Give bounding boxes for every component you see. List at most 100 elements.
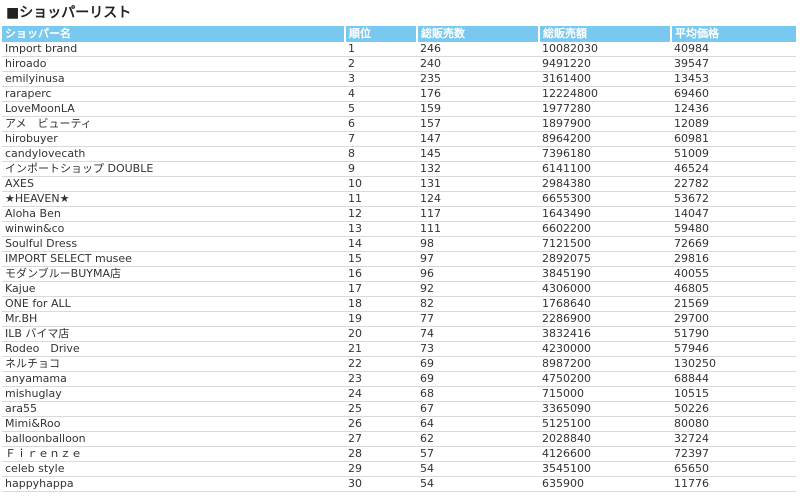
total-sales-cell: 10082030: [539, 42, 671, 57]
total-sales-cell: 4126600: [539, 446, 671, 462]
average-price-cell: 80080: [671, 416, 796, 432]
total-units-cell: 96: [417, 266, 539, 282]
table-row: mishuglay 24 68 715000 10515: [2, 386, 796, 402]
shopper-name-cell[interactable]: IMPORT SELECT musee: [2, 251, 345, 267]
shopper-name-cell[interactable]: LoveMoonLA: [2, 101, 345, 117]
shopper-name-cell[interactable]: Rodeo Drive: [2, 341, 345, 357]
shopper-name-cell[interactable]: ネルチョコ: [2, 356, 345, 372]
total-sales-cell: 6141100: [539, 161, 671, 177]
shopper-name-cell[interactable]: Ｆｉｒｅｎｚｅ: [2, 446, 345, 462]
shopper-name-cell[interactable]: Import brand: [2, 42, 345, 57]
shopper-name-cell[interactable]: anyamama: [2, 371, 345, 387]
rank-cell: 22: [345, 356, 417, 372]
shopper-name-cell[interactable]: Aloha Ben: [2, 206, 345, 222]
shopper-name-cell[interactable]: Soulful Dress: [2, 236, 345, 252]
shopper-name-cell[interactable]: raraperc: [2, 86, 345, 102]
rank-cell: 25: [345, 401, 417, 417]
rank-cell: 13: [345, 221, 417, 237]
total-sales-cell: 2028840: [539, 431, 671, 447]
table-row: happyhappa 30 54 635900 11776: [2, 476, 796, 492]
column-header-total-sales[interactable]: 総販売額: [539, 26, 672, 42]
shopper-name-cell[interactable]: Mr.BH: [2, 311, 345, 327]
rank-cell: 29: [345, 461, 417, 477]
shopper-name-cell[interactable]: ★HEAVEN★: [2, 191, 345, 207]
table-row: Aloha Ben 12 117 1643490 14047: [2, 206, 796, 222]
table-row: ara55 25 67 3365090 50226: [2, 401, 796, 417]
shopper-name-cell[interactable]: ONE for ALL: [2, 296, 345, 312]
shopper-name-cell[interactable]: AXES: [2, 176, 345, 192]
shopper-name-cell[interactable]: モダンブルーBUYMA店: [2, 266, 345, 282]
total-units-cell: 159: [417, 101, 539, 117]
table-row: インポートショップ DOUBLE 9 132 6141100 46524: [2, 161, 796, 177]
average-price-cell: 65650: [671, 461, 796, 477]
shopper-name-cell[interactable]: happyhappa: [2, 476, 345, 492]
rank-cell: 15: [345, 251, 417, 267]
table-row: ONE for ALL 18 82 1768640 21569: [2, 296, 796, 312]
shopper-name-cell[interactable]: ILB バイマ店: [2, 326, 345, 342]
rank-cell: 8: [345, 146, 417, 162]
rank-cell: 11: [345, 191, 417, 207]
total-units-cell: 117: [417, 206, 539, 222]
average-price-cell: 22782: [671, 176, 796, 192]
rank-cell: 2: [345, 56, 417, 72]
average-price-cell: 57946: [671, 341, 796, 357]
total-sales-cell: 7396180: [539, 146, 671, 162]
shopper-name-cell[interactable]: celeb style: [2, 461, 345, 477]
total-sales-cell: 1897900: [539, 116, 671, 132]
shopper-name-cell[interactable]: hirobuyer: [2, 131, 345, 147]
shopper-name-cell[interactable]: ara55: [2, 401, 345, 417]
average-price-cell: 51790: [671, 326, 796, 342]
total-sales-cell: 5125100: [539, 416, 671, 432]
total-units-cell: 54: [417, 476, 539, 492]
total-sales-cell: 1977280: [539, 101, 671, 117]
total-units-cell: 74: [417, 326, 539, 342]
rank-cell: 28: [345, 446, 417, 462]
total-sales-cell: 2892075: [539, 251, 671, 267]
column-header-total-units[interactable]: 総販売数: [417, 26, 540, 42]
table-row: ILB バイマ店 20 74 3832416 51790: [2, 326, 796, 342]
total-units-cell: 69: [417, 371, 539, 387]
total-units-cell: 67: [417, 401, 539, 417]
shopper-name-cell[interactable]: candylovecath: [2, 146, 345, 162]
shopper-name-cell[interactable]: winwin&co: [2, 221, 345, 237]
average-price-cell: 14047: [671, 206, 796, 222]
table-row: Rodeo Drive 21 73 4230000 57946: [2, 341, 796, 357]
average-price-cell: 59480: [671, 221, 796, 237]
column-header-rank[interactable]: 順位: [345, 26, 418, 42]
table-row: hirobuyer 7 147 8964200 60981: [2, 131, 796, 147]
shopper-name-cell[interactable]: インポートショップ DOUBLE: [2, 161, 345, 177]
total-units-cell: 235: [417, 71, 539, 87]
table-row: Mimi&Roo 26 64 5125100 80080: [2, 416, 796, 432]
total-sales-cell: 6655300: [539, 191, 671, 207]
table-row: アメ ビューティ 6 157 1897900 12089: [2, 116, 796, 132]
total-units-cell: 54: [417, 461, 539, 477]
total-units-cell: 73: [417, 341, 539, 357]
total-units-cell: 147: [417, 131, 539, 147]
shopper-name-cell[interactable]: アメ ビューティ: [2, 116, 345, 132]
column-header-shopper-name[interactable]: ショッパー名: [2, 26, 346, 42]
shopper-name-cell[interactable]: mishuglay: [2, 386, 345, 402]
total-units-cell: 98: [417, 236, 539, 252]
table-row: winwin&co 13 111 6602200 59480: [2, 221, 796, 237]
rank-cell: 18: [345, 296, 417, 312]
total-sales-cell: 4230000: [539, 341, 671, 357]
rank-cell: 4: [345, 86, 417, 102]
rank-cell: 17: [345, 281, 417, 297]
shopper-name-cell[interactable]: balloonballoon: [2, 431, 345, 447]
total-sales-cell: 8964200: [539, 131, 671, 147]
column-header-average-price[interactable]: 平均価格: [671, 26, 796, 42]
total-units-cell: 62: [417, 431, 539, 447]
average-price-cell: 46524: [671, 161, 796, 177]
shopper-name-cell[interactable]: Kajue: [2, 281, 345, 297]
shopper-name-cell[interactable]: emilyinusa: [2, 71, 345, 87]
table-row: emilyinusa 3 235 3161400 13453: [2, 71, 796, 87]
rank-cell: 6: [345, 116, 417, 132]
average-price-cell: 53672: [671, 191, 796, 207]
table-row: ネルチョコ 22 69 8987200 130250: [2, 356, 796, 372]
shopper-name-cell[interactable]: hiroado: [2, 56, 345, 72]
average-price-cell: 50226: [671, 401, 796, 417]
total-units-cell: 111: [417, 221, 539, 237]
shopper-name-cell[interactable]: Mimi&Roo: [2, 416, 345, 432]
rank-cell: 24: [345, 386, 417, 402]
total-sales-cell: 7121500: [539, 236, 671, 252]
